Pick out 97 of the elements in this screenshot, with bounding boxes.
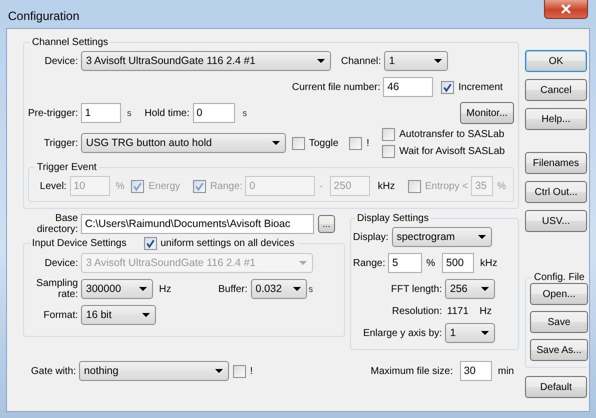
display-label: Display: (353, 232, 389, 242)
autotransfer-checkbox[interactable] (382, 128, 396, 141)
dialog-button[interactable]: Cancel (525, 79, 587, 101)
config-file-button[interactable]: Save (530, 311, 588, 333)
unit-label: min (498, 366, 514, 376)
file-number-label: Current file number: (292, 82, 380, 92)
hold-time-field[interactable]: 0 (192, 103, 235, 123)
caret-icon (272, 141, 280, 145)
format-dropdown[interactable]: 16 bit (81, 305, 156, 325)
level-label: Level: (38, 180, 67, 192)
autotransfer-label: Autotransfer to SASLab (399, 129, 504, 140)
group-title: Input Device Settings (32, 238, 126, 249)
dialog-button[interactable]: OK (525, 50, 587, 72)
enlarge-dropdown[interactable]: 1 (445, 323, 495, 343)
close-icon (560, 4, 572, 14)
caret-icon (481, 331, 489, 335)
toggle-label: Toggle (309, 138, 338, 148)
range-separator: - (319, 180, 323, 192)
config-file-button[interactable]: Save As... (530, 339, 588, 361)
enlarge-label: Enlarge y axis by: (362, 328, 442, 338)
unit-label: % (116, 180, 124, 192)
device-label: Device: (44, 56, 78, 66)
group-title: Config. File (533, 272, 586, 283)
fft-length-label: FFT length: (390, 284, 442, 294)
channel-label: Channel: (341, 56, 382, 66)
dialog-button[interactable]: Ctrl Out... (525, 181, 587, 203)
config-file-button[interactable]: Open... (530, 283, 588, 305)
dialog-button[interactable]: Help... (525, 108, 587, 130)
energy-label: Energy (148, 180, 180, 192)
unit-label: s (242, 108, 248, 118)
uniform-checkbox[interactable] (144, 237, 156, 250)
base-directory-label: Base directory: (36, 213, 78, 235)
caret-icon (299, 261, 307, 265)
range-separator: % (426, 258, 436, 268)
caret-icon (142, 313, 150, 317)
uniform-label: uniform settings on all devices (160, 238, 294, 249)
dialog-button[interactable]: USV... (525, 210, 587, 232)
channel-dropdown[interactable]: 1 (384, 51, 448, 71)
base-directory-field[interactable]: C:\Users\Raimund\Documents\Avisoft Bioac (81, 214, 314, 234)
buffer-label: Buffer: (218, 284, 248, 294)
device-label: Device: (44, 258, 78, 268)
trigger-dropdown[interactable]: USG TRG button auto hold (81, 133, 286, 153)
toggle-checkbox[interactable] (292, 136, 305, 150)
file-number-field[interactable]: 46 (383, 77, 434, 97)
group-title: Channel Settings (31, 37, 110, 48)
gate-invert-label: ! (250, 366, 253, 376)
display-dropdown[interactable]: spectrogram (392, 227, 492, 247)
format-label: Format: (42, 310, 78, 320)
close-button[interactable] (544, 0, 588, 19)
dialog-button[interactable]: Filenames (525, 152, 587, 174)
device-dropdown[interactable]: 3 Avisoft UltraSoundGate 116 2.4 #1 (81, 51, 331, 71)
wait-checkbox[interactable] (382, 145, 396, 158)
entropy-label: Entropy < (425, 180, 468, 192)
wait-label: Wait for Avisoft SASLab (399, 146, 505, 157)
increment-label: Increment (458, 82, 503, 92)
range-label: Range: (353, 258, 386, 268)
unit-label: kHz (480, 258, 498, 268)
caret-icon (434, 59, 442, 63)
invert-checkbox[interactable] (349, 136, 362, 150)
group-title: Trigger Event (36, 162, 98, 173)
unit-label: kHz (378, 180, 395, 192)
resolution-value: 1171 (447, 306, 469, 316)
trigger-label: Trigger: (42, 138, 78, 148)
unit-label: Hz (159, 284, 172, 294)
gate-invert-checkbox[interactable] (233, 364, 246, 378)
caret-icon (481, 287, 489, 291)
browse-button[interactable]: ... (318, 215, 335, 233)
max-file-size-field[interactable]: 30 (460, 361, 492, 381)
unit-label: % (497, 180, 506, 192)
pretrigger-field[interactable]: 1 (81, 103, 121, 123)
caret-icon (317, 59, 325, 63)
gate-dropdown[interactable]: nothing (79, 361, 230, 381)
range-from-field[interactable]: 5 (388, 253, 422, 273)
caret-icon (139, 287, 147, 291)
unit-label: Hz (480, 306, 492, 316)
buffer-dropdown[interactable]: 0.032 (250, 279, 307, 299)
range-to-field[interactable]: 500 (442, 253, 474, 273)
resolution-label: Resolution: (390, 306, 442, 316)
caret-icon (478, 235, 486, 239)
default-button[interactable]: Default (525, 376, 587, 398)
max-file-size-label: Maximum file size: (370, 366, 453, 376)
group-title: Display Settings (356, 213, 430, 224)
sampling-rate-dropdown[interactable]: 300000 (81, 279, 153, 299)
pretrigger-label: Pre-trigger: (28, 108, 78, 118)
invert-label: ! (366, 138, 370, 148)
caret-icon (292, 287, 301, 291)
unit-label: s (127, 108, 132, 118)
hold-time-label: Hold time: (144, 108, 190, 118)
sampling-rate-label: Sampling rate: (35, 278, 78, 300)
gate-label: Gate with: (31, 366, 76, 376)
window-title: Configuration (8, 9, 80, 23)
unit-label: s (308, 284, 314, 294)
fft-length-dropdown[interactable]: 256 (445, 279, 495, 299)
range-label: Range: (210, 180, 242, 192)
monitor-button[interactable]: Monitor... (460, 102, 514, 124)
caret-icon (215, 369, 224, 373)
increment-checkbox[interactable] (441, 80, 454, 94)
